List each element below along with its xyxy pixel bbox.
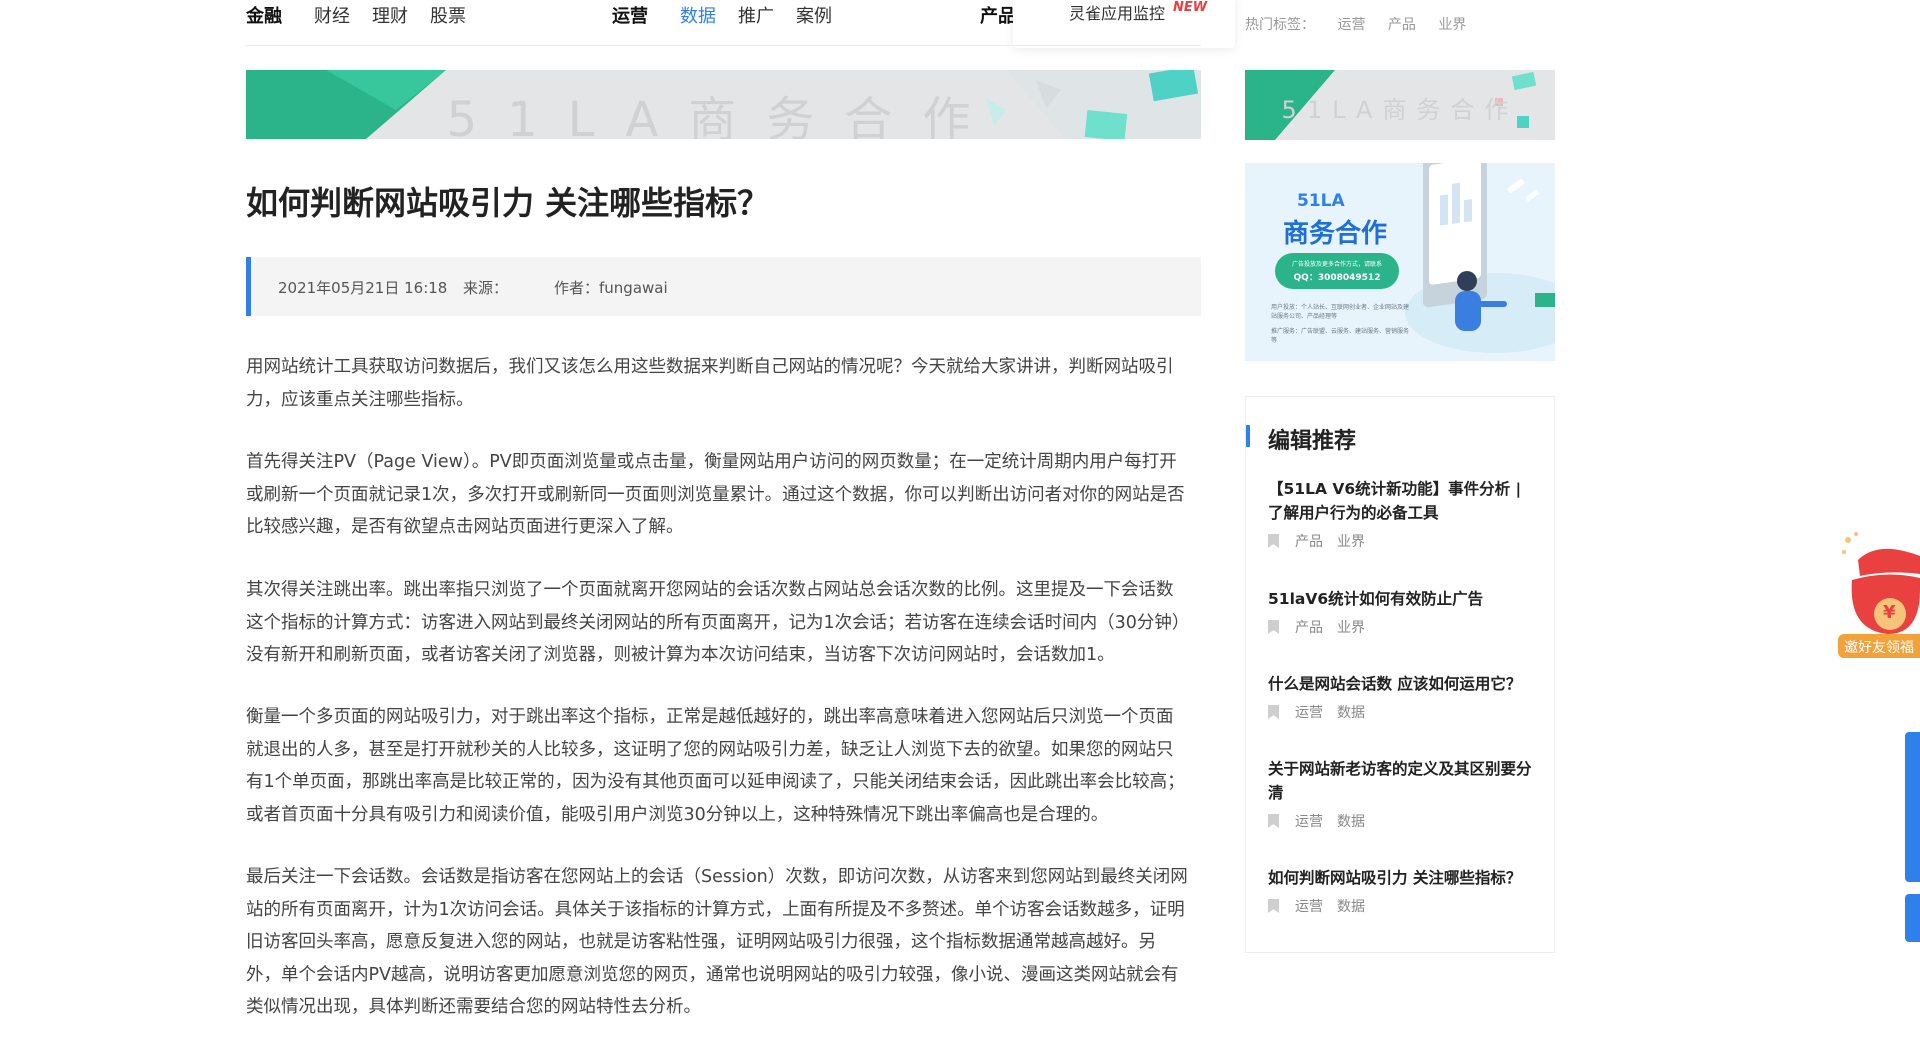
hot-tags: 热门标签： 运营 产品 业界 — [1245, 14, 1484, 34]
article-paragraph-2: 首先得关注PV（Page View）。PV即页面浏览量或点击量，衡量网站用户访问… — [246, 452, 1185, 537]
article-paragraph-3: 其次得关注跳出率。跳出率指只浏览了一个页面就离开您网站的会话次数占网站总会话次数… — [246, 580, 1190, 665]
coin-symbol: ¥ — [1883, 602, 1896, 623]
rec-tag[interactable]: 产品 — [1295, 534, 1323, 550]
article-author: 作者：fungawai — [554, 279, 668, 297]
ad-pill-line1: 广告投放及更多合作方式，请联系 — [1291, 261, 1382, 268]
floating-contact-tab[interactable] — [1905, 732, 1920, 882]
product-dropdown: 灵雀应用监控 NEW — [1013, 0, 1235, 48]
rec-item[interactable]: 51laV6统计如何有效防止广告 产品 业界 — [1268, 587, 1538, 637]
banner-text: 51LA商务合作 — [446, 92, 1001, 139]
hot-tag-yunying[interactable]: 运营 — [1337, 17, 1365, 33]
nav-group-finance[interactable]: 金融 — [246, 2, 282, 28]
rec-tag[interactable]: 运营 — [1295, 899, 1323, 915]
article-title: 如何判断网站吸引力 关注哪些指标？ — [246, 184, 770, 222]
rec-tag[interactable]: 数据 — [1337, 705, 1365, 721]
article-paragraph-5: 最后关注一下会话数。会话数是指访客在您网站上的会话（Session）次数，即访问… — [246, 867, 1188, 1017]
heading-accent-bar — [1246, 425, 1250, 447]
rec-title[interactable]: 51laV6统计如何有效防止广告 — [1268, 587, 1538, 611]
rec-title[interactable]: 什么是网站会话数 应该如何运用它？ — [1268, 672, 1538, 696]
hot-tags-label: 热门标签： — [1245, 17, 1315, 33]
rec-title[interactable]: 如何判断网站吸引力 关注哪些指标？ — [1268, 866, 1538, 890]
rec-item[interactable]: 什么是网站会话数 应该如何运用它？ 运营 数据 — [1268, 672, 1538, 722]
rec-tag[interactable]: 运营 — [1295, 814, 1323, 830]
rec-tag[interactable]: 数据 — [1337, 899, 1365, 915]
new-badge: NEW — [1173, 0, 1208, 15]
hot-tag-yejie[interactable]: 业界 — [1438, 17, 1466, 33]
ad-pill-qq: QQ：3008049512 — [1293, 273, 1381, 283]
rec-item[interactable]: 如何判断网站吸引力 关注哪些指标？ 运营 数据 — [1268, 866, 1538, 916]
rec-title[interactable]: 【51LA V6统计新功能】事件分析 | 了解用户行为的必备工具 — [1268, 477, 1538, 525]
article-date: 2021年05月21日 16:18 — [278, 279, 448, 297]
main-banner[interactable]: 51LA商务合作 — [246, 70, 1201, 139]
nav-item-anli[interactable]: 案例 — [796, 2, 832, 28]
ad-title: 商务合作 — [1283, 219, 1388, 249]
red-envelope-icon — [1842, 532, 1920, 634]
rec-tags: 产品 业界 — [1268, 617, 1538, 637]
nav-group-operations[interactable]: 运营 — [612, 2, 648, 28]
nav-item-gupiao[interactable]: 股票 — [430, 2, 466, 28]
bookmark-icon — [1268, 620, 1279, 634]
editor-picks: 编辑推荐 【51LA V6统计新功能】事件分析 | 了解用户行为的必备工具 产品… — [1245, 396, 1555, 953]
bookmark-icon — [1268, 705, 1279, 719]
dropdown-item-lingque[interactable]: 灵雀应用监控 — [1069, 0, 1165, 24]
ad-note-2: 推广服务：广告联盟、云服务、建站服务、营销服务等 — [1271, 328, 1410, 344]
rec-tags: 运营 数据 — [1268, 896, 1538, 916]
bookmark-icon — [1268, 814, 1279, 828]
rec-item[interactable]: 关于网站新老访客的定义及其区别要分清 运营 数据 — [1268, 757, 1538, 831]
rec-tag[interactable]: 业界 — [1337, 620, 1365, 636]
ad-contact-pill[interactable]: 广告投放及更多合作方式，请联系 QQ：3008049512 — [1275, 253, 1399, 289]
rec-tags: 产品 业界 — [1268, 531, 1538, 551]
nav-group-product[interactable]: 产品 — [980, 2, 1016, 28]
nav-item-caijing[interactable]: 财经 — [314, 2, 350, 28]
rec-item[interactable]: 【51LA V6统计新功能】事件分析 | 了解用户行为的必备工具 产品 业界 — [1268, 477, 1538, 551]
invite-label: 邀好友领福 — [1844, 640, 1914, 656]
bookmark-icon — [1268, 899, 1279, 913]
nav-item-licai[interactable]: 理财 — [372, 2, 408, 28]
invite-float[interactable]: ¥ 邀好友领福 — [1838, 530, 1920, 666]
rec-tags: 运营 数据 — [1268, 702, 1538, 722]
nav-divider — [246, 45, 1201, 46]
nav-item-shuju[interactable]: 数据 — [680, 2, 716, 28]
rec-tag[interactable]: 运营 — [1295, 705, 1323, 721]
rec-tag[interactable]: 业界 — [1337, 534, 1365, 550]
floating-chat-tab[interactable] — [1905, 894, 1920, 942]
rec-title[interactable]: 关于网站新老访客的定义及其区别要分清 — [1268, 757, 1538, 805]
article-paragraph-4: 衡量一个多页面的网站吸引力，对于跳出率这个指标，正常是越低越好的，跳出率高意味着… — [246, 707, 1185, 825]
sidebar-banner[interactable]: 51LA商务合作 — [1245, 70, 1555, 140]
hot-tag-chanpin[interactable]: 产品 — [1388, 17, 1416, 33]
article-meta: 2021年05月21日 16:18 来源： 作者：fungawai — [246, 257, 1201, 316]
nav-item-tuiguang[interactable]: 推广 — [738, 2, 774, 28]
sidebar-banner-text: 51LA商务合作 — [1281, 96, 1519, 124]
ad-note-1: 用户投放：个人站长、互联网创业者、企业网站及建站服务公司、产品经理等 — [1271, 304, 1410, 320]
ad-brand: 51LA — [1297, 191, 1345, 211]
article-paragraph-1: 用网站统计工具获取访问数据后，我们又该怎么用这些数据来判断自己网站的情况呢？今天… — [246, 357, 1174, 410]
editor-picks-heading: 编辑推荐 — [1268, 429, 1357, 454]
rec-tags: 运营 数据 — [1268, 811, 1538, 831]
rec-tag[interactable]: 数据 — [1337, 814, 1365, 830]
article-source: 来源： — [463, 279, 509, 297]
ad-card[interactable]: 51LA 商务合作 广告投放及更多合作方式，请联系 QQ：3008049512 … — [1245, 163, 1555, 361]
rec-tag[interactable]: 产品 — [1295, 620, 1323, 636]
bookmark-icon — [1268, 534, 1279, 548]
